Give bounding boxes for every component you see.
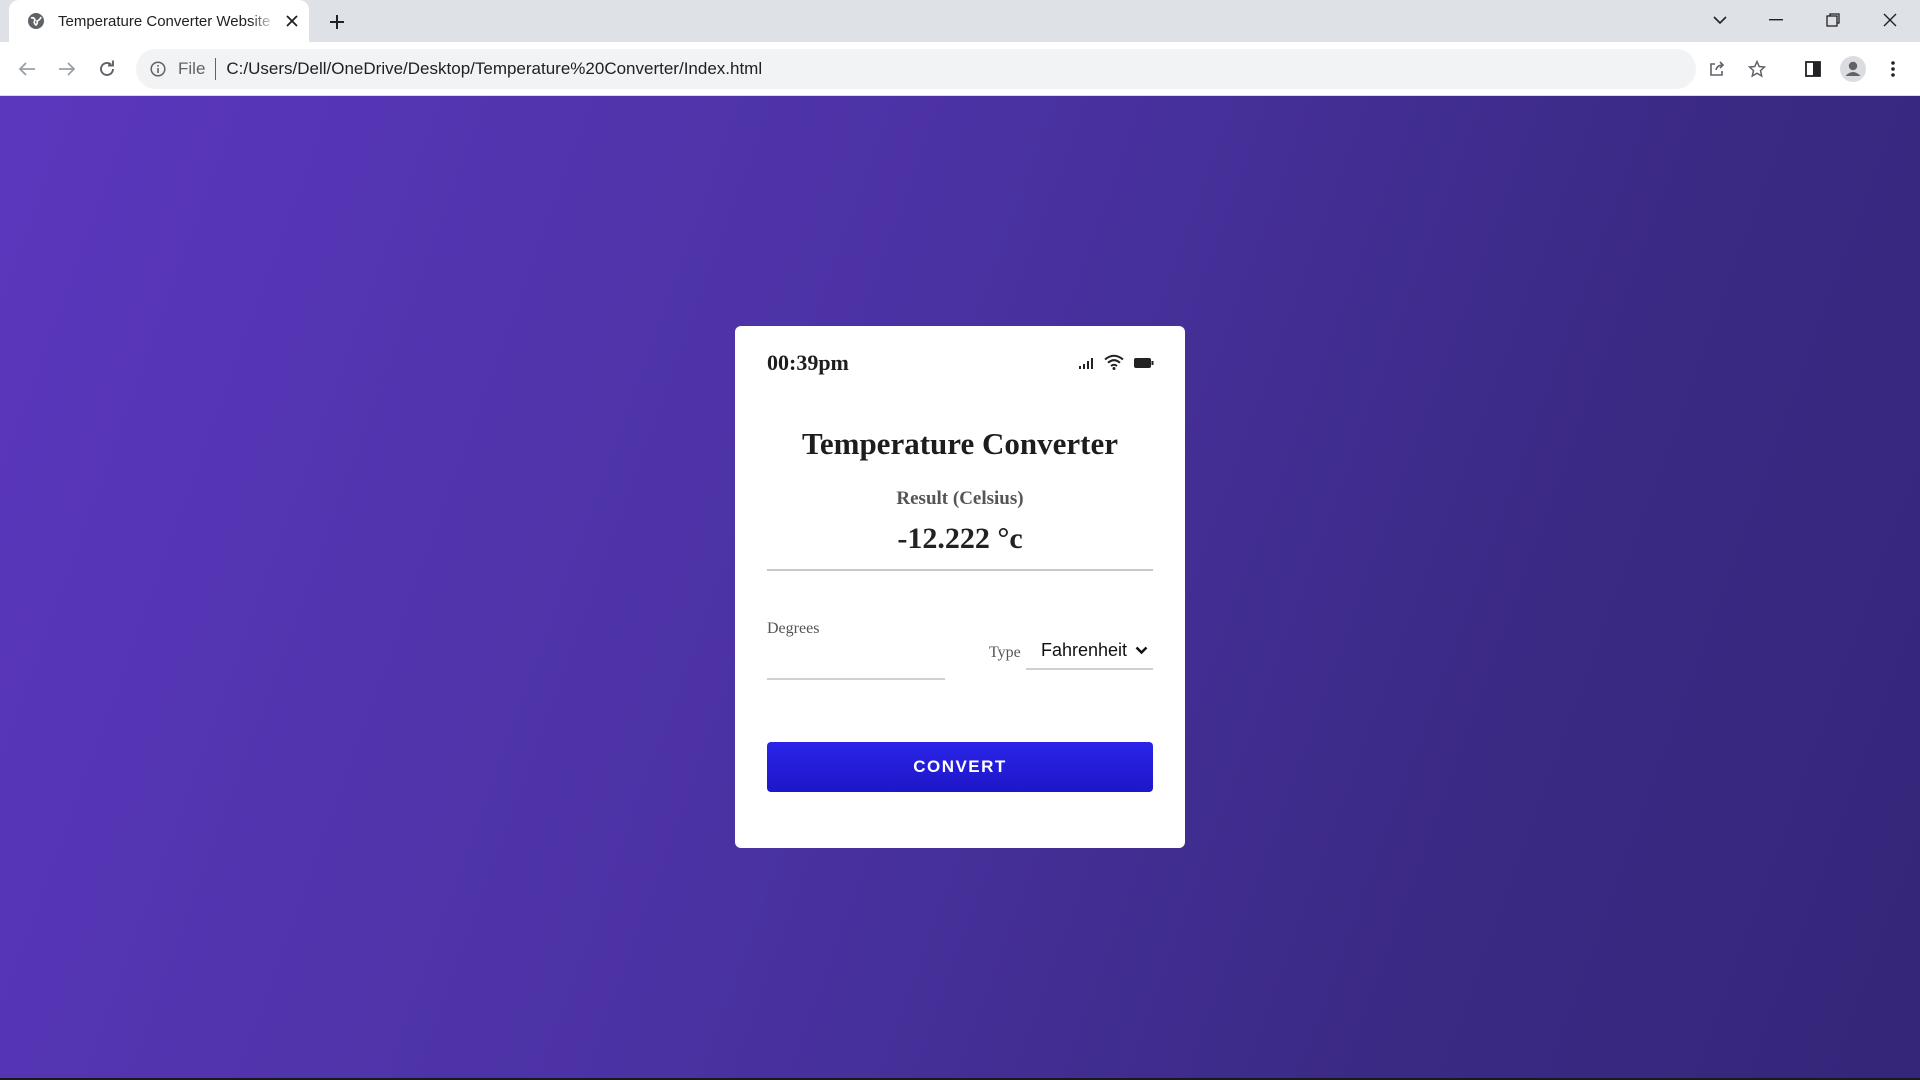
browser-tab[interactable]: Temperature Converter Website — [9, 0, 309, 42]
type-label: Type — [989, 644, 1021, 661]
profile-avatar-icon[interactable] — [1838, 54, 1868, 84]
browser-toolbar: File C:/Users/Dell/OneDrive/Desktop/Temp… — [0, 42, 1920, 96]
app-title: Temperature Converter — [802, 426, 1118, 461]
address-bar[interactable]: File C:/Users/Dell/OneDrive/Desktop/Temp… — [136, 49, 1766, 89]
type-select[interactable]: Fahrenheit — [1026, 632, 1153, 670]
forward-icon[interactable] — [52, 54, 82, 84]
wifi-icon — [1104, 354, 1124, 375]
address-url[interactable]: C:/Users/Dell/OneDrive/Desktop/Temperatu… — [226, 59, 762, 79]
chevron-down-icon — [1133, 642, 1149, 658]
tab-close-icon[interactable] — [280, 9, 304, 33]
degrees-label: Degrees — [767, 620, 820, 637]
new-tab-icon[interactable] — [324, 9, 350, 35]
back-icon[interactable] — [12, 54, 42, 84]
converter-card: 00:39pm Temperature Converter Result (Ce… — [735, 326, 1185, 848]
reload-icon[interactable] — [92, 54, 122, 84]
divider — [767, 569, 1153, 571]
bookmark-star-icon[interactable] — [1742, 54, 1772, 84]
result-value: -12.222 °c — [897, 522, 1023, 555]
result-label: Result (Celsius) — [896, 488, 1024, 509]
globe-icon — [26, 11, 46, 31]
type-selected-value: Fahrenheit — [1041, 639, 1128, 660]
status-time: 00:39pm — [767, 350, 849, 375]
degrees-input[interactable] — [767, 644, 945, 680]
convert-button[interactable]: CONVERT — [767, 742, 1153, 792]
tab-strip: Temperature Converter Website — [0, 0, 1920, 42]
side-panel-icon[interactable] — [1798, 54, 1828, 84]
more-menu-icon[interactable] — [1878, 54, 1908, 84]
close-window-icon[interactable] — [1862, 0, 1918, 40]
tab-title: Temperature Converter Website — [58, 12, 271, 30]
minimize-icon[interactable] — [1748, 0, 1804, 40]
share-icon[interactable] — [1702, 54, 1732, 84]
address-separator — [215, 58, 217, 80]
restore-icon[interactable] — [1805, 0, 1861, 40]
site-info-icon[interactable] — [148, 59, 168, 79]
tab-search-chevron-icon[interactable] — [1692, 0, 1748, 40]
address-scheme: File — [178, 59, 206, 78]
status-icons — [1079, 354, 1154, 375]
battery-icon — [1134, 356, 1154, 374]
signal-icon — [1079, 356, 1094, 374]
